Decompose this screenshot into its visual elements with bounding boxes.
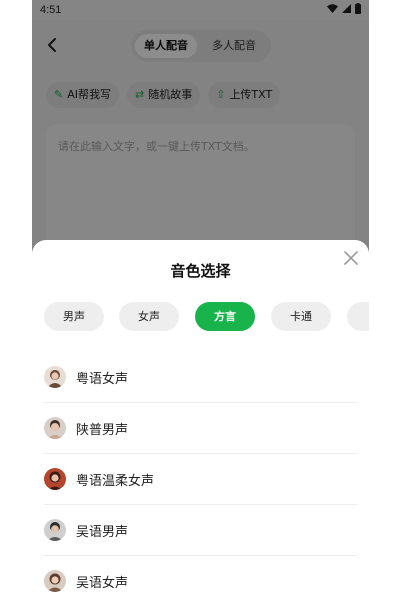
- close-icon[interactable]: [341, 248, 361, 268]
- category-dialect[interactable]: 方言: [195, 302, 255, 331]
- list-item[interactable]: 陕普男声: [44, 403, 357, 454]
- sheet-title: 音色选择: [170, 262, 231, 280]
- category-female[interactable]: 女声: [119, 302, 179, 331]
- voice-label: 陕普男声: [76, 422, 129, 438]
- category-child[interactable]: 儿: [347, 302, 369, 331]
- voice-label: 吴语男声: [76, 524, 129, 540]
- voice-label: 吴语女声: [76, 575, 129, 591]
- avatar: [44, 417, 66, 439]
- voice-category-tabs: 男声 女声 方言 卡通 儿: [44, 302, 369, 332]
- avatar: [44, 570, 66, 592]
- list-item[interactable]: 吴语男声: [44, 505, 357, 556]
- category-cartoon[interactable]: 卡通: [271, 302, 331, 331]
- voice-label: 粤语温柔女声: [76, 473, 155, 489]
- avatar: [44, 519, 66, 541]
- voice-label: 粤语女声: [76, 371, 129, 387]
- avatar: [44, 366, 66, 388]
- category-male[interactable]: 男声: [44, 302, 104, 331]
- voice-list: 粤语女声 陕普男声 粤语温柔女声 吴语男声 吴语女声: [44, 352, 357, 600]
- avatar: [44, 468, 66, 490]
- list-item[interactable]: 粤语女声: [44, 352, 357, 403]
- phone-screen: 4:51 单人配音 多人配音 ✎ AI帮我写 ⇄ 随机故事 ⇧ 上传TXT 请在…: [32, 0, 369, 600]
- voice-select-sheet: 音色选择 男声 女声 方言 卡通 儿 粤语女声 陕普男声: [32, 240, 369, 600]
- list-item[interactable]: 吴语女声: [44, 556, 357, 600]
- list-item[interactable]: 粤语温柔女声: [44, 454, 357, 505]
